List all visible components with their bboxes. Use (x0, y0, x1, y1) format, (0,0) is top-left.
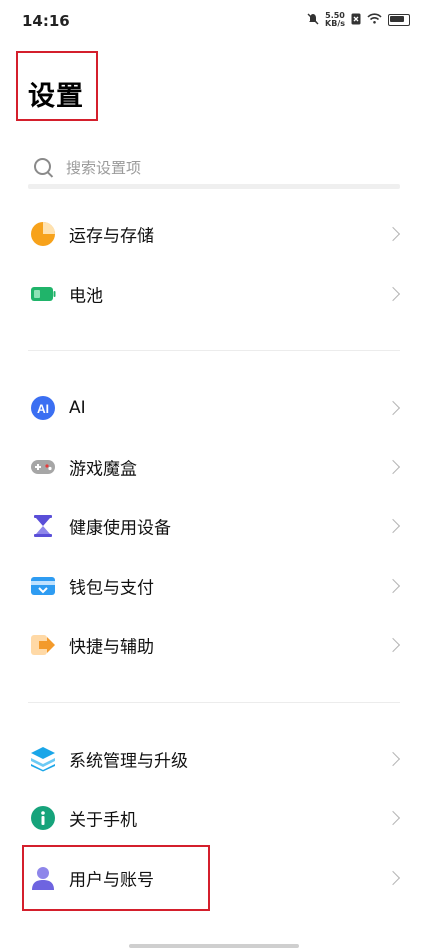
settings-item-label: 电池 (69, 286, 103, 307)
settings-item-healthy-usage[interactable]: 健康使用设备 (0, 497, 428, 555)
hourglass-icon (30, 513, 56, 539)
settings-item-ai[interactable]: AI AI (0, 379, 428, 437)
battery-status-icon (388, 14, 410, 26)
settings-item-label: 运存与存储 (69, 226, 154, 247)
chevron-right-icon (385, 870, 401, 886)
status-time: 14:16 (22, 12, 70, 30)
chevron-right-icon (385, 459, 401, 475)
settings-item-label: 健康使用设备 (69, 518, 171, 539)
chevron-right-icon (385, 810, 401, 826)
search-underline (28, 184, 400, 189)
gamepad-icon (30, 454, 56, 480)
svg-text:AI: AI (37, 402, 49, 416)
net-speed: 5.50 KB/s (325, 12, 345, 28)
chevron-right-icon (385, 286, 401, 302)
shortcut-arrow-icon (30, 632, 56, 658)
chevron-right-icon (385, 518, 401, 534)
sim-disabled-icon (351, 13, 361, 28)
settings-item-label: 快捷与辅助 (69, 637, 154, 658)
settings-item-label: 关于手机 (69, 810, 137, 831)
section-divider (28, 702, 400, 703)
wallet-icon (30, 573, 56, 599)
settings-item-about-phone[interactable]: 关于手机 (0, 789, 428, 847)
status-bar: 14:16 5.50 KB/s (0, 0, 428, 40)
search-icon (34, 158, 51, 175)
ai-icon: AI (30, 395, 56, 421)
section-divider (28, 350, 400, 351)
chevron-right-icon (385, 400, 401, 416)
chevron-right-icon (385, 637, 401, 653)
chevron-right-icon (385, 751, 401, 767)
settings-item-storage[interactable]: 运存与存储 (0, 205, 428, 263)
settings-item-shortcuts[interactable]: 快捷与辅助 (0, 616, 428, 674)
info-icon (30, 805, 56, 831)
wifi-icon (367, 13, 382, 27)
search-placeholder: 搜索设置项 (66, 159, 142, 177)
system-layers-icon (30, 746, 56, 772)
status-icons: 5.50 KB/s (307, 12, 410, 28)
settings-item-label: 系统管理与升级 (69, 751, 188, 772)
chevron-right-icon (385, 578, 401, 594)
settings-item-system[interactable]: 系统管理与升级 (0, 730, 428, 788)
settings-item-label: AI (69, 398, 86, 418)
settings-item-battery[interactable]: 电池 (0, 265, 428, 323)
home-indicator[interactable] (129, 944, 299, 948)
chevron-right-icon (385, 226, 401, 242)
battery-icon (30, 281, 56, 307)
settings-item-wallet[interactable]: 钱包与支付 (0, 557, 428, 615)
net-speed-unit: KB/s (325, 19, 345, 28)
settings-item-label: 游戏魔盒 (69, 459, 137, 480)
search-bar[interactable]: 搜索设置项 (28, 149, 400, 189)
settings-item-game-box[interactable]: 游戏魔盒 (0, 438, 428, 496)
storage-pie-icon (30, 221, 56, 247)
mute-icon (307, 13, 319, 28)
settings-item-label: 钱包与支付 (69, 578, 154, 599)
page-title: 设置 (28, 81, 84, 112)
users-accounts-highlight-box (22, 845, 210, 911)
